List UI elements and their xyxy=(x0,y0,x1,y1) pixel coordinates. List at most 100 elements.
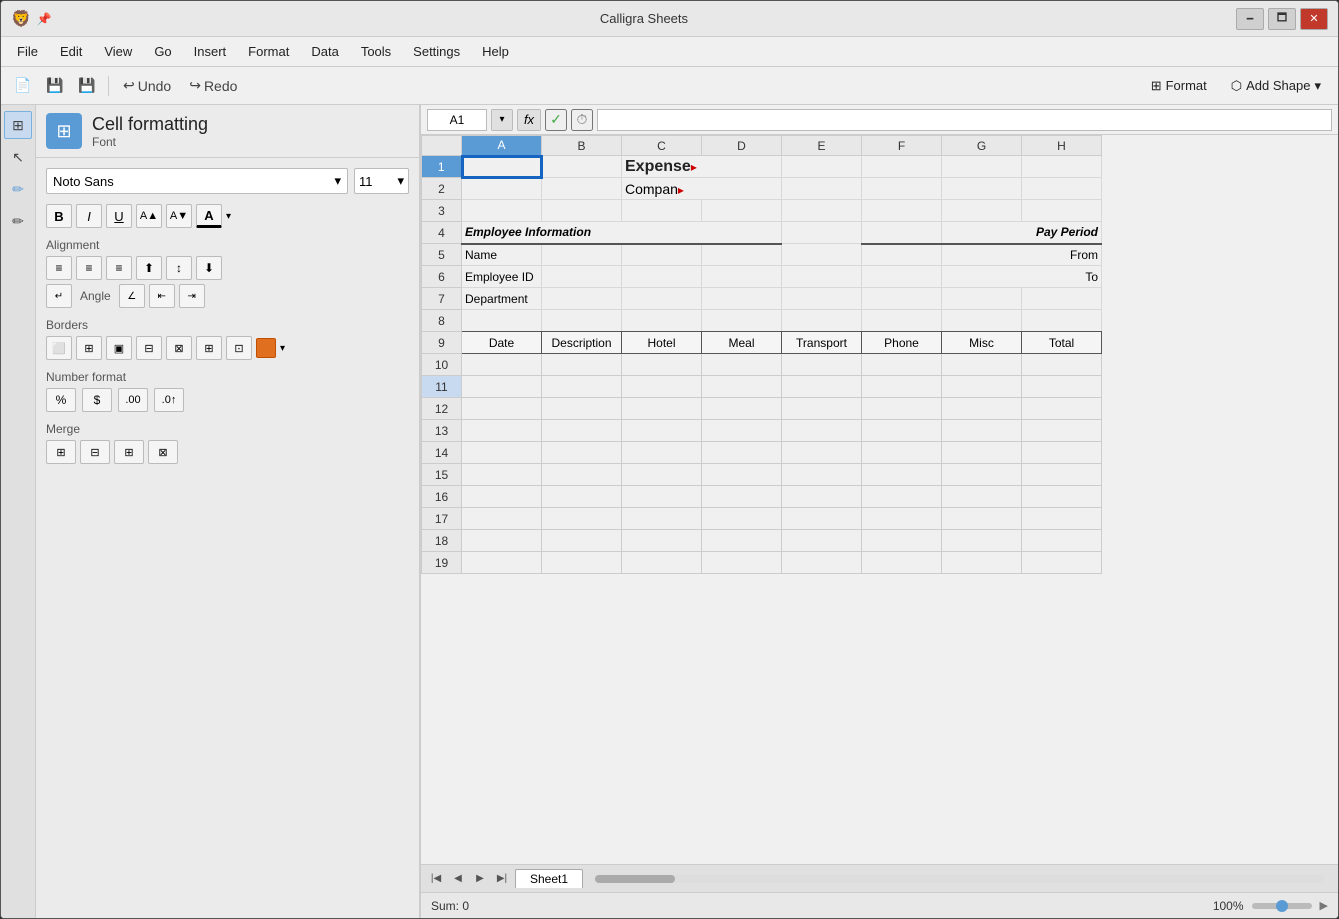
cell-G10[interactable] xyxy=(942,354,1022,376)
cell-D11[interactable] xyxy=(702,376,782,398)
cell-D19[interactable] xyxy=(702,552,782,574)
decimal2-button[interactable]: .0↑ xyxy=(154,388,184,412)
cell-D18[interactable] xyxy=(702,530,782,552)
cell-G1[interactable] xyxy=(942,156,1022,178)
cell-E10[interactable] xyxy=(782,354,862,376)
row-header-7[interactable]: 7 xyxy=(422,288,462,310)
cancel-button[interactable]: ⏱ xyxy=(571,109,593,131)
cell-E18[interactable] xyxy=(782,530,862,552)
border-custom-button[interactable]: ⊡ xyxy=(226,336,252,360)
menu-data[interactable]: Data xyxy=(301,42,348,61)
cell-F6[interactable] xyxy=(862,266,942,288)
cell-H2[interactable] xyxy=(1022,178,1102,200)
cell-C2[interactable]: Compan▸ xyxy=(622,178,782,200)
cell-A9[interactable]: Date xyxy=(462,332,542,354)
cell-B19[interactable] xyxy=(542,552,622,574)
menu-tools[interactable]: Tools xyxy=(351,42,401,61)
cell-B14[interactable] xyxy=(542,442,622,464)
prev-sheet-button[interactable]: ◀ xyxy=(449,870,467,888)
cell-G19[interactable] xyxy=(942,552,1022,574)
align-middle-button[interactable]: ↕ xyxy=(166,256,192,280)
cell-D6[interactable] xyxy=(702,266,782,288)
cell-E17[interactable] xyxy=(782,508,862,530)
maximize-button[interactable]: 🗖 xyxy=(1268,8,1296,30)
pin-icon[interactable]: 📌 xyxy=(37,12,52,26)
cell-F2[interactable] xyxy=(862,178,942,200)
row-header-8[interactable]: 8 xyxy=(422,310,462,332)
cell-G3[interactable] xyxy=(942,200,1022,222)
cell-F4[interactable] xyxy=(862,222,942,244)
col-header-A[interactable]: A xyxy=(462,136,542,156)
font-size-increase-button[interactable]: A▲ xyxy=(136,204,162,228)
grid-container[interactable]: A B C D E F G H 1 xyxy=(421,135,1338,864)
cell-C9[interactable]: Hotel xyxy=(622,332,702,354)
angle-button[interactable]: ∠ xyxy=(119,284,145,308)
cell-F13[interactable] xyxy=(862,420,942,442)
cell-A3[interactable] xyxy=(462,200,542,222)
percent-button[interactable]: % xyxy=(46,388,76,412)
cell-A8[interactable] xyxy=(462,310,542,332)
font-family-select[interactable]: Noto Sans ▾ xyxy=(46,168,348,194)
cell-D17[interactable] xyxy=(702,508,782,530)
border-outer-button[interactable]: ▣ xyxy=(106,336,132,360)
align-left-button[interactable]: ≡ xyxy=(46,256,72,280)
cell-H18[interactable] xyxy=(1022,530,1102,552)
cell-A7[interactable]: Department xyxy=(462,288,542,310)
cell-E8[interactable] xyxy=(782,310,862,332)
cell-E11[interactable] xyxy=(782,376,862,398)
cell-B15[interactable] xyxy=(542,464,622,486)
cell-G13[interactable] xyxy=(942,420,1022,442)
cell-G14[interactable] xyxy=(942,442,1022,464)
cell-H19[interactable] xyxy=(1022,552,1102,574)
cell-A6[interactable]: Employee ID xyxy=(462,266,542,288)
cell-E13[interactable] xyxy=(782,420,862,442)
row-header-4[interactable]: 4 xyxy=(422,222,462,244)
cell-H9[interactable]: Total xyxy=(1022,332,1102,354)
cell-H11[interactable] xyxy=(1022,376,1102,398)
cell-H12[interactable] xyxy=(1022,398,1102,420)
cell-A12[interactable] xyxy=(462,398,542,420)
cell-B9[interactable]: Description xyxy=(542,332,622,354)
font-size-select[interactable]: 11 ▾ xyxy=(354,168,409,194)
border-thick-button[interactable]: ⊠ xyxy=(166,336,192,360)
font-color-button[interactable]: A xyxy=(196,204,222,228)
align-center-button[interactable]: ≡ xyxy=(76,256,102,280)
cell-F5[interactable] xyxy=(862,244,942,266)
formula-input[interactable] xyxy=(597,109,1332,131)
cell-B1[interactable] xyxy=(542,156,622,178)
cell-A11[interactable] xyxy=(462,376,542,398)
row-header-19[interactable]: 19 xyxy=(422,552,462,574)
cell-G12[interactable] xyxy=(942,398,1022,420)
cell-B12[interactable] xyxy=(542,398,622,420)
cell-C19[interactable] xyxy=(622,552,702,574)
cell-G9[interactable]: Misc xyxy=(942,332,1022,354)
underline-button[interactable]: U xyxy=(106,204,132,228)
undo-button[interactable]: ↩ Undo xyxy=(116,73,178,99)
cell-F9[interactable]: Phone xyxy=(862,332,942,354)
format-button[interactable]: ⊞ Format xyxy=(1142,74,1216,98)
cell-C1[interactable]: Expense▸ xyxy=(622,156,782,178)
cell-D3[interactable] xyxy=(702,200,782,222)
cell-C6[interactable] xyxy=(622,266,702,288)
cell-G6[interactable]: To xyxy=(942,266,1102,288)
menu-file[interactable]: File xyxy=(7,42,48,61)
cell-E3[interactable] xyxy=(782,200,862,222)
cell-nav-button[interactable]: ▾ xyxy=(491,109,513,131)
cell-E2[interactable] xyxy=(782,178,862,200)
cell-D5[interactable] xyxy=(702,244,782,266)
cell-D13[interactable] xyxy=(702,420,782,442)
row-header-16[interactable]: 16 xyxy=(422,486,462,508)
border-color-button[interactable] xyxy=(256,338,276,358)
menu-help[interactable]: Help xyxy=(472,42,519,61)
cell-H1[interactable] xyxy=(1022,156,1102,178)
menu-settings[interactable]: Settings xyxy=(403,42,470,61)
zoom-slider[interactable] xyxy=(1252,903,1312,909)
cell-F16[interactable] xyxy=(862,486,942,508)
cell-C17[interactable] xyxy=(622,508,702,530)
cell-F11[interactable] xyxy=(862,376,942,398)
cell-G11[interactable] xyxy=(942,376,1022,398)
cell-B13[interactable] xyxy=(542,420,622,442)
cell-B2[interactable] xyxy=(542,178,622,200)
cell-B10[interactable] xyxy=(542,354,622,376)
save-dropdown-button[interactable]: 💾 xyxy=(41,73,69,99)
